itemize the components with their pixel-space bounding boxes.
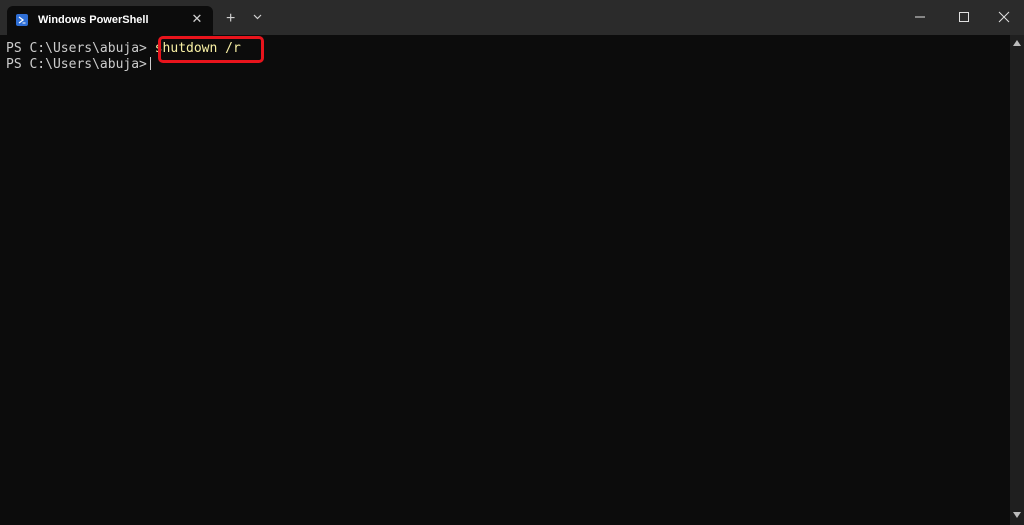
tab-title: Windows PowerShell bbox=[38, 14, 149, 26]
minimize-button[interactable] bbox=[900, 6, 940, 28]
title-bar: Windows PowerShell ✕ + bbox=[0, 0, 1024, 35]
new-tab-button[interactable]: + bbox=[226, 11, 235, 27]
close-window-button[interactable] bbox=[984, 6, 1024, 28]
text-cursor bbox=[149, 57, 151, 70]
close-tab-icon[interactable]: ✕ bbox=[190, 12, 204, 26]
scrollbar[interactable] bbox=[1010, 35, 1024, 525]
powershell-icon bbox=[16, 14, 28, 26]
tab-dropdown-button[interactable] bbox=[253, 11, 262, 23]
minimize-icon bbox=[915, 16, 925, 18]
chevron-down-icon bbox=[253, 14, 262, 20]
terminal-area[interactable] bbox=[0, 35, 1010, 525]
scroll-up-arrow-icon[interactable] bbox=[1013, 40, 1021, 46]
prompt: PS C:\Users\abuja> bbox=[6, 57, 147, 72]
scroll-down-arrow-icon[interactable] bbox=[1013, 512, 1021, 518]
prompt: PS C:\Users\abuja> bbox=[6, 41, 147, 56]
command-highlight-box bbox=[158, 36, 264, 63]
tab-windows-powershell[interactable]: Windows PowerShell ✕ bbox=[7, 6, 213, 35]
close-icon bbox=[998, 11, 1010, 23]
maximize-icon bbox=[959, 12, 969, 22]
maximize-button[interactable] bbox=[944, 6, 984, 28]
terminal-line-2: PS C:\Users\abuja> bbox=[6, 57, 151, 72]
